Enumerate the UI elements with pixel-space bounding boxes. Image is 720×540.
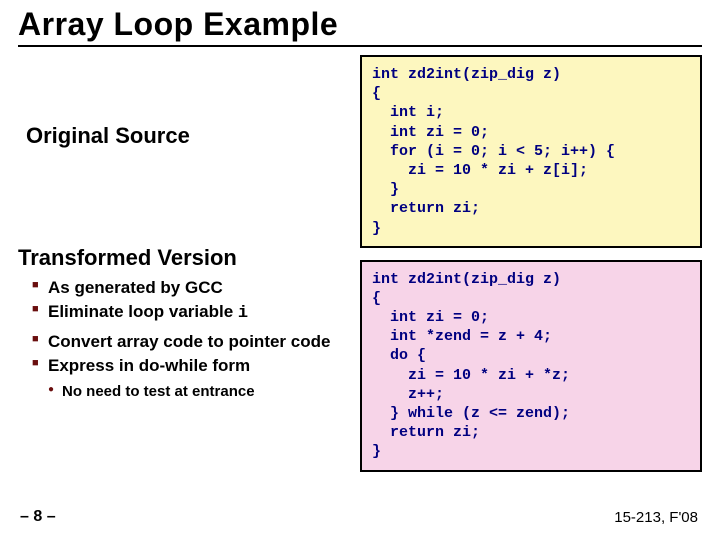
page-title: Array Loop Example xyxy=(18,6,702,43)
slide: Array Loop Example Original Source Trans… xyxy=(0,0,720,540)
code-token-i: i xyxy=(238,304,248,323)
sub-bullet-item: No need to test at entrance xyxy=(48,383,348,400)
course-label: 15-213, F'08 xyxy=(614,509,698,526)
sub-bullet-list: No need to test at entrance xyxy=(18,379,348,400)
content-row: Original Source Transformed Version As g… xyxy=(18,55,702,472)
bullet-text: Eliminate loop variable xyxy=(48,302,238,321)
bullet-item: As generated by GCC xyxy=(32,277,348,298)
code-block-original: int zd2int(zip_dig z) { int i; int zi = … xyxy=(360,55,702,248)
bullet-item: Express in do-while form xyxy=(32,355,348,376)
title-rule xyxy=(18,45,702,47)
bullet-list: As generated by GCC Eliminate loop varia… xyxy=(18,277,348,376)
transformed-version-heading: Transformed Version xyxy=(18,245,348,271)
code-block-transformed: int zd2int(zip_dig z) { int zi = 0; int … xyxy=(360,260,702,472)
original-source-heading: Original Source xyxy=(18,123,348,149)
slide-number: – 8 – xyxy=(20,508,56,526)
bullet-text: Convert array code to pointer code xyxy=(48,332,330,351)
bullet-text: Express in do-while form xyxy=(48,356,250,375)
bullet-item: Convert array code to pointer code xyxy=(32,331,348,352)
bullet-item: Eliminate loop variable i xyxy=(32,301,348,324)
left-column: Original Source Transformed Version As g… xyxy=(18,55,348,472)
bullet-text: As generated by GCC xyxy=(48,278,223,297)
right-column: int zd2int(zip_dig z) { int i; int zi = … xyxy=(360,55,702,472)
